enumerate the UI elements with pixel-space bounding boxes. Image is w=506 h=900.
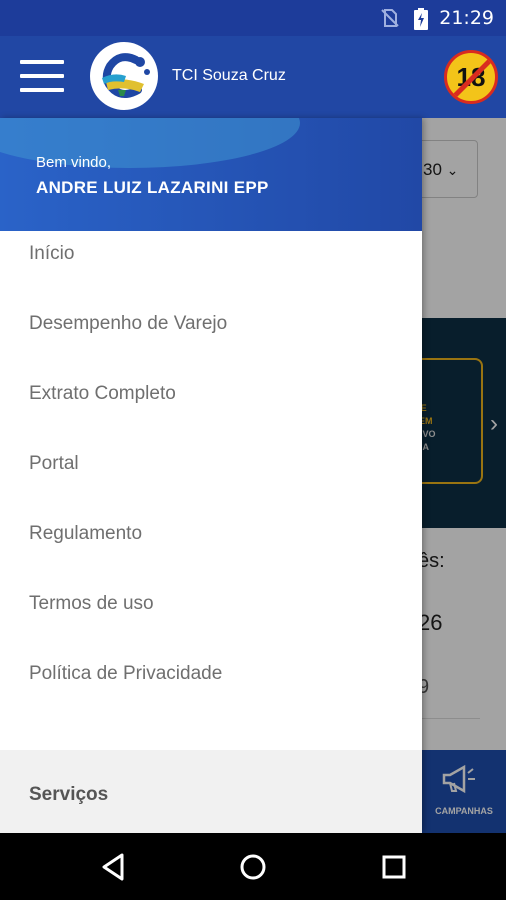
back-icon[interactable] (94, 849, 134, 885)
drawer-header: Bem vindo, ANDRE LUIZ LAZARINI EPP (0, 118, 422, 231)
no-sim-icon (381, 9, 399, 27)
welcome-text: Bem vindo, (36, 154, 112, 171)
navigation-drawer: Bem vindo, ANDRE LUIZ LAZARINI EPP Iníci… (0, 118, 422, 833)
status-time: 21:29 (439, 7, 494, 29)
app-title: TCI Souza Cruz (172, 67, 286, 84)
app-bar: TCI Souza Cruz 18 (0, 36, 506, 118)
menu-item-desempenho-varejo[interactable]: Desempenho de Varejo (0, 301, 422, 371)
menu-item-inicio[interactable]: Início (0, 231, 422, 301)
hamburger-menu-icon[interactable] (20, 60, 64, 94)
menu-item-portal[interactable]: Portal (0, 441, 422, 511)
system-nav-bar (0, 833, 506, 900)
age-restriction-badge: 18 (444, 50, 498, 104)
recents-icon[interactable] (374, 849, 414, 885)
services-section[interactable]: Serviços (0, 750, 422, 833)
menu-item-extrato-completo[interactable]: Extrato Completo (0, 371, 422, 441)
user-name: ANDRE LUIZ LAZARINI EPP (36, 178, 269, 197)
home-icon[interactable] (233, 849, 273, 885)
menu-item-termos-uso[interactable]: Termos de uso (0, 581, 422, 651)
battery-charging-icon (414, 8, 428, 30)
services-section-label: Serviços (29, 784, 109, 805)
menu-item-regulamento[interactable]: Regulamento (0, 511, 422, 581)
app-logo (90, 42, 158, 110)
drawer-menu: Início Desempenho de Varejo Extrato Comp… (0, 231, 422, 721)
menu-item-politica-privacidade[interactable]: Política de Privacidade (0, 651, 422, 721)
status-bar: 21:29 (0, 0, 506, 36)
